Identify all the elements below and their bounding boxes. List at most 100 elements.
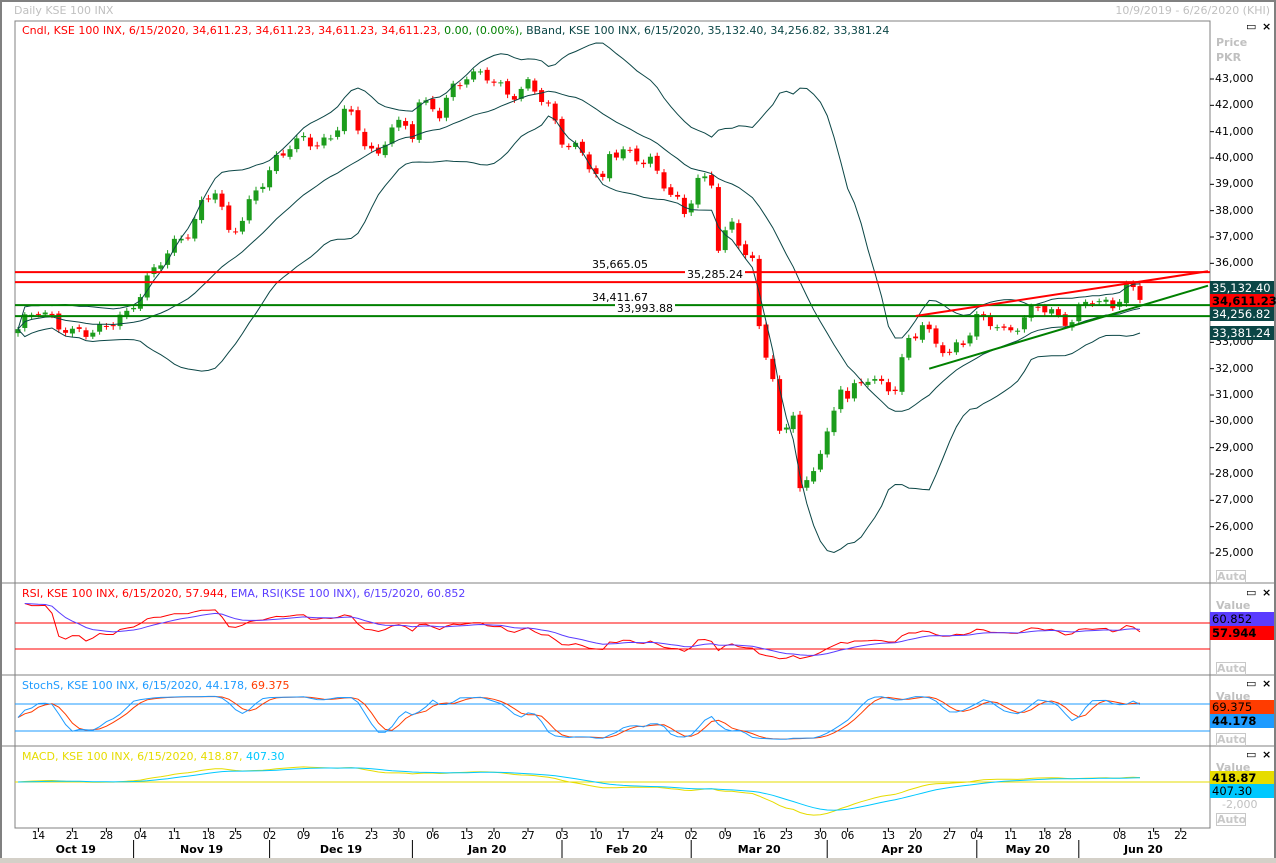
candle-body bbox=[532, 80, 538, 92]
bband-upper bbox=[17, 42, 1141, 339]
candle-body bbox=[634, 148, 640, 162]
candle-body bbox=[457, 85, 463, 87]
candle-body bbox=[511, 96, 517, 100]
close-rsi-icon[interactable]: × bbox=[1262, 586, 1271, 599]
candle-body bbox=[947, 351, 953, 353]
candle-body bbox=[688, 203, 694, 213]
candle-body bbox=[430, 98, 436, 110]
price-tick-label: 36,000 bbox=[1215, 256, 1254, 270]
candle-body bbox=[124, 310, 130, 316]
date-tick-label: 03 bbox=[555, 830, 569, 842]
macd-line bbox=[17, 766, 1141, 816]
date-tick-label: 30 bbox=[813, 830, 828, 842]
close-panel-icon[interactable]: × bbox=[1262, 20, 1271, 33]
candle-body bbox=[260, 186, 266, 190]
candle-body bbox=[953, 342, 959, 353]
date-tick-label: 27 bbox=[521, 830, 535, 842]
level-label: 35,665.05 bbox=[590, 258, 650, 272]
trendline bbox=[915, 270, 1209, 317]
candle-body bbox=[341, 108, 347, 132]
candle-body bbox=[233, 231, 239, 233]
date-tick-label: 06 bbox=[840, 830, 855, 842]
candle-body bbox=[702, 176, 708, 179]
candle-body bbox=[498, 82, 504, 84]
maximize-rsi-icon[interactable]: ▭ bbox=[1246, 586, 1256, 599]
date-tick-label: 20 bbox=[908, 830, 923, 842]
candle-body bbox=[35, 313, 41, 315]
candle-body bbox=[994, 327, 1000, 329]
candle-body bbox=[192, 219, 198, 239]
stoch-legend: StochS, KSE 100 INX, 6/15/2020, 44.178, … bbox=[22, 679, 290, 692]
candle-body bbox=[1049, 309, 1055, 314]
date-tick-label: 24 bbox=[650, 830, 664, 842]
date-tick-label: 06 bbox=[426, 830, 440, 842]
candle-body bbox=[253, 190, 259, 201]
stoch-auto-button[interactable]: Auto bbox=[1216, 733, 1246, 746]
candle-body bbox=[1096, 301, 1102, 303]
date-tick-label: 25 bbox=[228, 830, 243, 842]
candle-body bbox=[879, 378, 885, 381]
price-axis-unit: PKR bbox=[1216, 51, 1242, 64]
plot-frame bbox=[14, 20, 1211, 829]
date-tick-label: 21 bbox=[65, 830, 80, 842]
candle-body bbox=[69, 328, 75, 334]
candle-body bbox=[1089, 303, 1095, 305]
candle-body bbox=[226, 205, 232, 230]
candle-body bbox=[661, 172, 667, 189]
candle-body bbox=[273, 154, 279, 172]
candle-body bbox=[49, 313, 55, 316]
date-tick-label: 23 bbox=[779, 830, 794, 842]
bband-middle bbox=[17, 90, 1141, 412]
candle-body bbox=[865, 381, 871, 385]
chart-canvas[interactable] bbox=[0, 0, 1276, 863]
candle-body bbox=[804, 480, 810, 488]
maximize-macd-icon[interactable]: ▭ bbox=[1246, 748, 1256, 761]
candle-body bbox=[389, 127, 395, 144]
candle-body bbox=[627, 149, 633, 151]
status-strip bbox=[0, 858, 1276, 863]
candle-body bbox=[76, 327, 82, 329]
candle-body bbox=[443, 97, 449, 118]
candle-body bbox=[396, 119, 402, 128]
candle-body bbox=[919, 325, 925, 340]
rsi-ema-tag: 60.852 bbox=[1210, 612, 1274, 626]
candle-body bbox=[729, 221, 735, 230]
candle-body bbox=[42, 312, 48, 315]
macd-signal-legend-text: 407.30 bbox=[245, 750, 285, 763]
auto-scale-button[interactable]: Auto bbox=[1216, 570, 1246, 583]
candle-body bbox=[620, 149, 626, 159]
candle-body bbox=[321, 137, 327, 146]
date-tick-label: 16 bbox=[330, 830, 345, 842]
date-tick-label: 18 bbox=[201, 830, 216, 842]
candle-body bbox=[967, 335, 973, 344]
candle-body bbox=[974, 314, 980, 337]
rsi-auto-button[interactable]: Auto bbox=[1216, 662, 1246, 675]
maximize-panel-icon[interactable]: ▭ bbox=[1246, 20, 1256, 33]
change-legend: 0.00, (0.00%), bbox=[444, 24, 523, 37]
candle-body bbox=[743, 244, 749, 256]
candle-body bbox=[668, 187, 674, 195]
candle-body bbox=[505, 81, 511, 95]
close-stoch-icon[interactable]: × bbox=[1262, 677, 1271, 690]
candle-body bbox=[355, 110, 361, 131]
date-tick-label: 18 bbox=[1038, 830, 1052, 842]
date-tick-label: 10 bbox=[589, 830, 603, 842]
candle-body bbox=[613, 152, 619, 158]
candle-body bbox=[219, 193, 225, 207]
stoch-k-legend-text: StochS, KSE 100 INX, 6/15/2020, 44.178, bbox=[22, 679, 248, 692]
price-tick-label: 25,000 bbox=[1215, 545, 1254, 559]
stoch-k-line bbox=[17, 695, 1141, 740]
close-macd-icon[interactable]: × bbox=[1262, 748, 1271, 761]
candle-body bbox=[267, 170, 273, 188]
candle-body bbox=[362, 131, 368, 147]
candle-body bbox=[307, 137, 313, 147]
candle-body bbox=[63, 330, 69, 333]
stoch-k-tag: 44.178 bbox=[1210, 714, 1274, 728]
macd-auto-button[interactable]: Auto bbox=[1216, 813, 1246, 826]
rsi-tag: 57.944 bbox=[1210, 626, 1274, 640]
date-tick-label: 02 bbox=[684, 830, 698, 842]
date-tick-label: 09 bbox=[718, 830, 732, 842]
candle-body bbox=[600, 173, 606, 177]
maximize-stoch-icon[interactable]: ▭ bbox=[1246, 677, 1256, 690]
macd-legend-text: MACD, KSE 100 INX, 6/15/2020, 418.87, bbox=[22, 750, 243, 763]
